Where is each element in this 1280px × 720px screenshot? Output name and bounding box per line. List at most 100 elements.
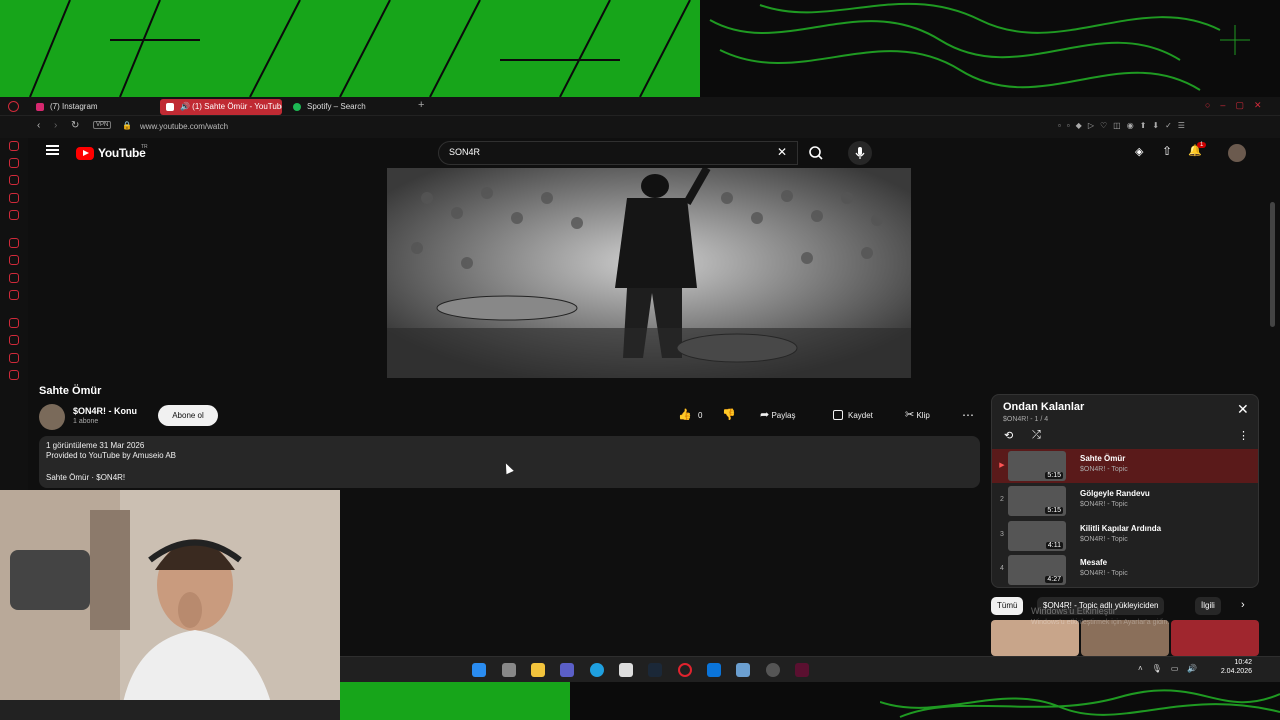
- channel-avatar[interactable]: [39, 404, 65, 430]
- extension-icons[interactable]: ▫▫◆▷♡◫◉⬆⬇✓☰: [1058, 121, 1191, 130]
- voice-search-button[interactable]: [848, 141, 872, 165]
- search-input[interactable]: SON4R ✕: [438, 141, 798, 165]
- new-tab-button[interactable]: +: [418, 99, 424, 111]
- dislike-button[interactable]: 👎: [722, 405, 736, 426]
- indesign-icon[interactable]: [795, 663, 809, 677]
- forward-icon[interactable]: ›: [54, 120, 57, 131]
- track-title: Mesafe: [1080, 558, 1108, 567]
- store-icon[interactable]: [619, 663, 633, 677]
- video-frame-concert: [387, 168, 911, 378]
- close-playlist-icon[interactable]: ✕: [1237, 401, 1249, 418]
- sidebar-download-icon[interactable]: [9, 335, 19, 345]
- subscribe-button[interactable]: Abone ol: [158, 405, 218, 426]
- playlist-panel: Ondan Kalanlar $ON4R! - 1 / 4 ✕ ⟲ ⤮ ⋮ ▶ …: [991, 394, 1259, 588]
- tab-youtube[interactable]: 🔊 (1) Sahte Ömür - YouTube: [160, 99, 282, 115]
- clear-search-icon[interactable]: ✕: [777, 145, 787, 159]
- chip-all[interactable]: Tümü: [991, 597, 1024, 615]
- video-player[interactable]: [387, 168, 911, 378]
- sidebar-messenger-icon[interactable]: [9, 210, 19, 220]
- upload-icon[interactable]: ⇧: [1162, 144, 1172, 158]
- playlist-item[interactable]: 3 4:11 Kilitli Kapılar Ardında $ON4R! - …: [992, 519, 1258, 553]
- sidebar-speed-dial-icon[interactable]: [9, 141, 19, 151]
- track-title: Sahte Ömür: [1080, 454, 1126, 463]
- playlist-item[interactable]: ▶ 5:15 Sahte Ömür $ON4R! - Topic: [992, 449, 1258, 483]
- edge-icon[interactable]: [590, 663, 604, 677]
- instagram-icon: [36, 103, 44, 111]
- sidebar-instagram-icon[interactable]: [9, 255, 19, 265]
- shuffle-icon[interactable]: ⤮: [1032, 429, 1041, 442]
- tab-bar: (7) Instagram 🔊 (1) Sahte Ömür - YouTube…: [0, 97, 1280, 116]
- subscriber-count: 1 abone: [73, 418, 99, 425]
- tab-spotify[interactable]: Spotify – Search: [287, 99, 412, 115]
- thumbs-up-icon: 👍: [678, 409, 692, 421]
- duration: 5:15: [1045, 507, 1063, 514]
- save-icon: [833, 410, 843, 420]
- more-actions-icon[interactable]: ⋯: [962, 405, 974, 426]
- file-explorer-icon[interactable]: [531, 663, 545, 677]
- playlist-item[interactable]: 4 4:27 Mesafe $ON4R! - Topic: [992, 553, 1258, 587]
- task-view-icon[interactable]: [502, 663, 516, 677]
- chip-related[interactable]: İlgili: [1195, 597, 1221, 615]
- teams-icon[interactable]: [560, 663, 574, 677]
- microphone-icon: [855, 147, 865, 159]
- scissors-icon: ✂: [905, 409, 915, 421]
- windows-activation-watermark: Windows'u Etkinleştir: [1031, 606, 1116, 616]
- thumbs-down-icon: 👎: [722, 409, 736, 421]
- video-title: Sahte Ömür: [39, 385, 102, 397]
- clock-date[interactable]: 2.04.2026: [1210, 668, 1252, 675]
- desktop-wallpaper-top: [0, 0, 1280, 97]
- clock-time[interactable]: 10:42: [1220, 659, 1252, 666]
- opera-gx-icon[interactable]: [678, 663, 692, 677]
- system-tray-icons[interactable]: ˄🎙▭🔊: [1138, 664, 1206, 673]
- save-button[interactable]: Kaydet: [833, 405, 873, 426]
- sidebar-settings-icon[interactable]: [9, 353, 19, 363]
- save-label: Kaydet: [848, 411, 873, 420]
- sidebar-discord-icon[interactable]: [9, 290, 19, 300]
- playlist-menu-icon[interactable]: ⋮: [1238, 429, 1249, 442]
- reload-icon[interactable]: ↻: [71, 120, 79, 131]
- track-index: 2: [1000, 496, 1004, 503]
- sidebar-clock-icon[interactable]: [9, 318, 19, 328]
- playlist-title[interactable]: Ondan Kalanlar: [1003, 401, 1084, 413]
- recommended-thumbnail[interactable]: [1171, 620, 1259, 656]
- sidebar-aria-icon[interactable]: [9, 175, 19, 185]
- clip-label: Klip: [916, 411, 930, 420]
- tab-instagram[interactable]: (7) Instagram: [30, 99, 155, 115]
- sidebar-whatsapp-icon[interactable]: [9, 238, 19, 248]
- channel-name[interactable]: $ON4R! - Konu: [73, 406, 137, 416]
- track-artist: $ON4R! - Topic: [1080, 466, 1128, 473]
- menu-icon[interactable]: [46, 145, 59, 155]
- vpn-badge[interactable]: VPN: [93, 121, 112, 129]
- chevron-right-icon[interactable]: ›: [1241, 599, 1245, 611]
- notification-badge: 1: [1197, 142, 1207, 148]
- sidebar-twitch-icon[interactable]: [9, 273, 19, 283]
- app-icon[interactable]: [736, 663, 750, 677]
- url-field[interactable]: www.youtube.com/watch: [140, 122, 228, 131]
- search-button[interactable]: [798, 141, 834, 165]
- playlist-thumbnail: 4:27: [1008, 555, 1066, 585]
- sidebar-gear-icon[interactable]: [9, 370, 19, 380]
- playlist-subtitle: $ON4R! - 1 / 4: [1003, 416, 1049, 423]
- clip-button[interactable]: ✂ Klip: [905, 405, 930, 426]
- loop-icon[interactable]: ⟲: [1004, 429, 1013, 442]
- duration: 4:27: [1045, 576, 1063, 583]
- opera-logo-icon[interactable]: [8, 101, 19, 112]
- wallpaper-green-strip: [340, 682, 570, 720]
- back-icon[interactable]: ‹: [37, 120, 40, 131]
- share-button[interactable]: ➦ Paylaş: [760, 405, 795, 426]
- defender-icon[interactable]: [707, 663, 721, 677]
- webcam-feed: [0, 490, 340, 720]
- obs-icon[interactable]: [766, 663, 780, 677]
- sidebar-bookmark-icon[interactable]: [9, 193, 19, 203]
- windows-start-icon[interactable]: [472, 663, 486, 677]
- page-scrollbar[interactable]: [1270, 202, 1275, 327]
- playlist-item[interactable]: 2 5:15 Gölgeyle Randevu $ON4R! - Topic: [992, 484, 1258, 518]
- window-controls[interactable]: ○–▢✕: [1205, 100, 1272, 111]
- account-avatar[interactable]: [1228, 144, 1246, 162]
- youtube-logo-text[interactable]: YouTube: [98, 146, 146, 160]
- steam-icon[interactable]: [648, 663, 662, 677]
- sidebar-history-icon[interactable]: [9, 158, 19, 168]
- spotify-icon: [293, 103, 301, 111]
- youtube-play-icon: [83, 150, 89, 156]
- create-icon[interactable]: ◈: [1135, 145, 1143, 158]
